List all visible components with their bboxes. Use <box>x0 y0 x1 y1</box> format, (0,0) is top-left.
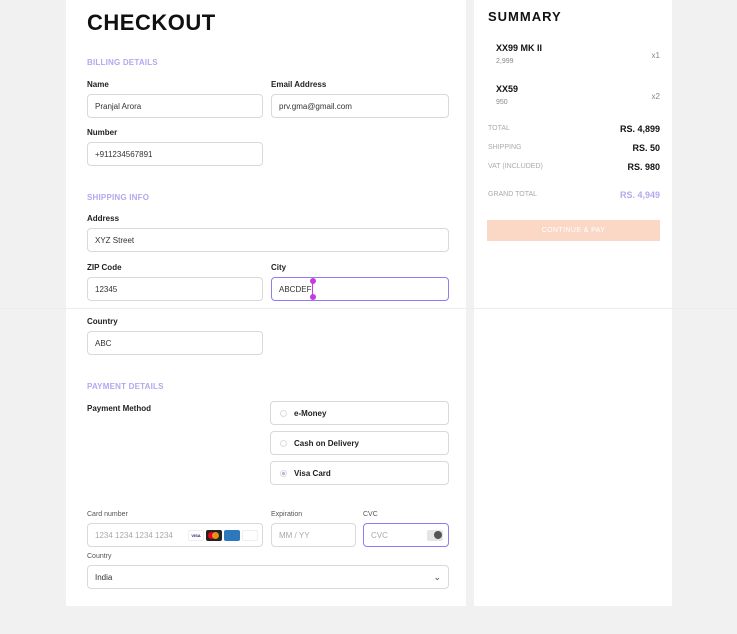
payment-option-label: Visa Card <box>294 468 331 478</box>
name-label: Name <box>87 80 109 89</box>
item-quantity: x1 <box>651 51 660 60</box>
grand-total-label: GRAND TOTAL <box>488 191 538 198</box>
payment-option-cash[interactable]: Cash on Delivery <box>270 431 449 455</box>
card-brand-icons: VISA <box>188 529 258 541</box>
zip-label: ZIP Code <box>87 263 122 272</box>
shipping-value: RS. 50 <box>632 143 660 153</box>
cvc-label: CVC <box>363 511 378 518</box>
continue-and-pay-button[interactable]: CONTINUE & PAY <box>487 220 660 241</box>
billing-section-label: BILLING DETAILS <box>87 58 158 67</box>
summary-title: SUMMARY <box>488 9 562 24</box>
item-name: XX59 <box>496 84 519 94</box>
page-background-bottom <box>0 606 737 634</box>
number-field[interactable]: +911234567891 <box>87 142 263 166</box>
payment-country-label: Country <box>87 553 112 560</box>
page-background-gutter <box>466 0 474 634</box>
discover-icon <box>242 529 258 541</box>
card-number-placeholder: 1234 1234 1234 1234 <box>95 530 173 540</box>
number-value: +911234567891 <box>95 149 153 159</box>
screenshot-seam <box>0 308 737 309</box>
zip-field[interactable]: 12345 <box>87 277 263 301</box>
email-value: prv.gma@gmail.com <box>279 101 352 111</box>
payment-section-label: PAYMENT DETAILS <box>87 382 164 391</box>
city-value: ABCDEF <box>279 284 312 294</box>
order-summary: SUMMARY XX99 MK II 2,999 x1 XX59 950 x2 … <box>474 0 672 606</box>
payment-option-label: Cash on Delivery <box>294 438 359 448</box>
grand-total-value: RS. 4,949 <box>619 190 660 200</box>
expiration-label: Expiration <box>271 511 303 518</box>
payment-method-label: Payment Method <box>87 404 152 413</box>
expiration-field[interactable]: MM / YY <box>271 523 356 547</box>
payment-option-visa[interactable]: Visa Card <box>270 461 449 485</box>
payment-option-label: e-Money <box>294 408 327 418</box>
page-background-left <box>0 0 66 634</box>
chevron-down-icon: ⌄ <box>433 571 441 582</box>
email-label: Email Address <box>271 80 327 89</box>
payment-option-emoney[interactable]: e-Money <box>270 401 449 425</box>
city-field[interactable]: ABCDEF <box>271 277 449 301</box>
item-price: 2,999 <box>496 58 514 65</box>
radio-selected-icon <box>280 469 287 477</box>
item-quantity: x2 <box>651 92 660 101</box>
country-value: ABC <box>95 338 112 348</box>
vat-value: RS. 980 <box>627 162 660 172</box>
name-field[interactable]: Pranjal Arora <box>87 94 263 118</box>
email-field[interactable]: prv.gma@gmail.com <box>271 94 449 118</box>
expiration-placeholder: MM / YY <box>279 530 310 540</box>
country-field[interactable]: ABC <box>87 331 263 355</box>
page-title: CHECKOUT <box>87 10 216 35</box>
card-number-label: Card number <box>87 511 128 518</box>
address-value: XYZ Street <box>95 235 135 245</box>
text-cursor <box>309 278 316 300</box>
shipping-label: SHIPPING <box>488 144 522 151</box>
cvc-card-icon <box>427 529 443 541</box>
radio-icon <box>280 409 287 417</box>
item-price: 950 <box>496 99 508 106</box>
address-field[interactable]: XYZ Street <box>87 228 449 252</box>
checkout-form: CHECKOUT BILLING DETAILS Name Pranjal Ar… <box>70 0 466 606</box>
city-label: City <box>271 263 287 272</box>
page-background-right <box>672 0 737 634</box>
number-label: Number <box>87 128 118 137</box>
vat-label: VAT (INCLUDED) <box>488 163 543 170</box>
amex-icon <box>224 529 240 541</box>
cvc-placeholder: CVC <box>371 530 388 540</box>
cvc-field[interactable]: CVC <box>363 523 449 547</box>
zip-value: 12345 <box>95 284 118 294</box>
total-label: TOTAL <box>488 125 510 132</box>
name-value: Pranjal Arora <box>95 101 142 111</box>
mastercard-icon <box>206 529 222 541</box>
address-label: Address <box>87 214 120 223</box>
item-name: XX99 MK II <box>496 43 543 53</box>
country-label: Country <box>87 317 118 326</box>
payment-country-value: India <box>95 572 113 582</box>
radio-icon <box>280 439 287 447</box>
visa-icon: VISA <box>188 529 204 541</box>
card-number-field[interactable]: 1234 1234 1234 1234 VISA <box>87 523 263 547</box>
shipping-section-label: SHIPPING INFO <box>87 193 150 202</box>
payment-country-select[interactable]: India ⌄ <box>87 565 449 589</box>
total-value: RS. 4,899 <box>619 124 660 134</box>
